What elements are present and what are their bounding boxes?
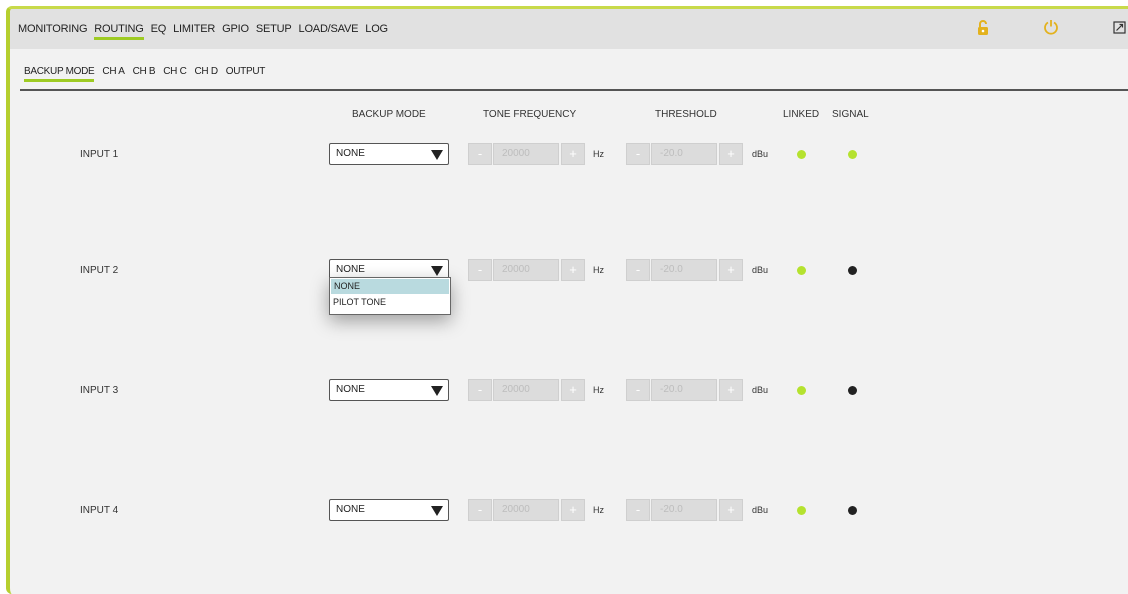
freq-unit: Hz — [593, 149, 604, 159]
dropdown-arrow-icon — [431, 386, 443, 396]
threshold-unit: dBu — [752, 385, 769, 395]
freq-increment-button[interactable]: + — [561, 143, 585, 165]
col-header-threshold: THRESHOLD — [655, 109, 717, 120]
linked-indicator — [797, 266, 806, 275]
freq-unit: Hz — [593, 505, 604, 515]
backup-mode-select[interactable]: NONE — [329, 379, 449, 401]
freq-decrement-button[interactable]: - — [468, 143, 492, 165]
divider — [20, 89, 1128, 91]
threshold-decrement-button[interactable]: - — [626, 499, 650, 521]
backup-mode-dropdown-list: NONE PILOT TONE — [329, 277, 451, 315]
dropdown-option-pilot-tone[interactable]: PILOT TONE — [330, 295, 450, 310]
freq-increment-button[interactable]: + — [561, 379, 585, 401]
app-window: MONITORING ROUTING EQ LIMITER GPIO SETUP… — [6, 6, 1128, 594]
tab-gpio[interactable]: GPIO — [222, 23, 249, 35]
tab-monitoring[interactable]: MONITORING — [18, 23, 87, 35]
subtab-output[interactable]: OUTPUT — [226, 66, 266, 77]
freq-decrement-button[interactable]: - — [468, 259, 492, 281]
col-header-backup-mode: BACKUP MODE — [352, 109, 426, 120]
backup-mode-select[interactable]: NONE — [329, 143, 449, 165]
freq-increment-button[interactable]: + — [561, 259, 585, 281]
dropdown-arrow-icon — [431, 506, 443, 516]
backup-mode-value: NONE — [336, 384, 365, 395]
tab-setup[interactable]: SETUP — [256, 23, 292, 35]
threshold-field[interactable]: -20.0 — [651, 259, 717, 281]
tab-limiter[interactable]: LIMITER — [173, 23, 215, 35]
tab-load-save[interactable]: LOAD/SAVE — [299, 23, 359, 35]
signal-indicator — [848, 506, 857, 515]
tab-routing[interactable]: ROUTING — [94, 23, 144, 40]
freq-field[interactable]: 20000 — [493, 259, 559, 281]
subtab-ch-a[interactable]: CH A — [102, 66, 124, 77]
threshold-increment-button[interactable]: + — [719, 143, 743, 165]
backup-mode-value: NONE — [336, 504, 365, 515]
subtab-backup-mode[interactable]: BACKUP MODE — [24, 66, 95, 82]
signal-indicator — [848, 150, 857, 159]
tab-eq[interactable]: EQ — [151, 23, 167, 35]
threshold-unit: dBu — [752, 505, 769, 515]
dropdown-arrow-icon — [431, 150, 443, 160]
threshold-field[interactable]: -20.0 — [651, 379, 717, 401]
col-header-linked: LINKED — [783, 109, 820, 120]
freq-unit: Hz — [593, 265, 604, 275]
backup-mode-select[interactable]: NONE — [329, 499, 449, 521]
freq-decrement-button[interactable]: - — [468, 379, 492, 401]
signal-indicator — [848, 266, 857, 275]
freq-increment-button[interactable]: + — [561, 499, 585, 521]
freq-decrement-button[interactable]: - — [468, 499, 492, 521]
threshold-increment-button[interactable]: + — [719, 259, 743, 281]
sub-nav: BACKUP MODE CH A CH B CH C CH D OUTPUT — [24, 66, 273, 82]
power-icon[interactable] — [1043, 19, 1059, 40]
linked-indicator — [797, 506, 806, 515]
threshold-increment-button[interactable]: + — [719, 379, 743, 401]
row-label: INPUT 1 — [80, 149, 119, 160]
tab-log[interactable]: LOG — [365, 23, 388, 35]
col-header-tone-frequency: TONE FREQUENCY — [483, 109, 577, 120]
top-bar: MONITORING ROUTING EQ LIMITER GPIO SETUP… — [10, 9, 1128, 49]
backup-mode-value: NONE — [336, 148, 365, 159]
threshold-increment-button[interactable]: + — [719, 499, 743, 521]
freq-field[interactable]: 20000 — [493, 379, 559, 401]
main-nav: MONITORING ROUTING EQ LIMITER GPIO SETUP… — [18, 9, 395, 49]
subtab-ch-d[interactable]: CH D — [195, 66, 219, 77]
threshold-unit: dBu — [752, 265, 769, 275]
subtab-ch-c[interactable]: CH C — [163, 66, 187, 77]
freq-unit: Hz — [593, 385, 604, 395]
row-label: INPUT 4 — [80, 505, 119, 516]
linked-indicator — [797, 150, 806, 159]
threshold-decrement-button[interactable]: - — [626, 259, 650, 281]
threshold-unit: dBu — [752, 149, 769, 159]
signal-indicator — [848, 386, 857, 395]
backup-mode-value: NONE — [336, 264, 365, 275]
row-label: INPUT 3 — [80, 385, 119, 396]
freq-field[interactable]: 20000 — [493, 499, 559, 521]
linked-indicator — [797, 386, 806, 395]
threshold-field[interactable]: -20.0 — [651, 499, 717, 521]
row-label: INPUT 2 — [80, 265, 119, 276]
unlock-icon[interactable] — [976, 19, 990, 42]
dropdown-option-none[interactable]: NONE — [331, 279, 449, 294]
threshold-field[interactable]: -20.0 — [651, 143, 717, 165]
threshold-decrement-button[interactable]: - — [626, 143, 650, 165]
freq-field[interactable]: 20000 — [493, 143, 559, 165]
dropdown-arrow-icon — [431, 266, 443, 276]
fullscreen-icon[interactable] — [1113, 21, 1126, 39]
threshold-decrement-button[interactable]: - — [626, 379, 650, 401]
col-header-signal: SIGNAL — [832, 109, 869, 120]
subtab-ch-b[interactable]: CH B — [133, 66, 156, 77]
